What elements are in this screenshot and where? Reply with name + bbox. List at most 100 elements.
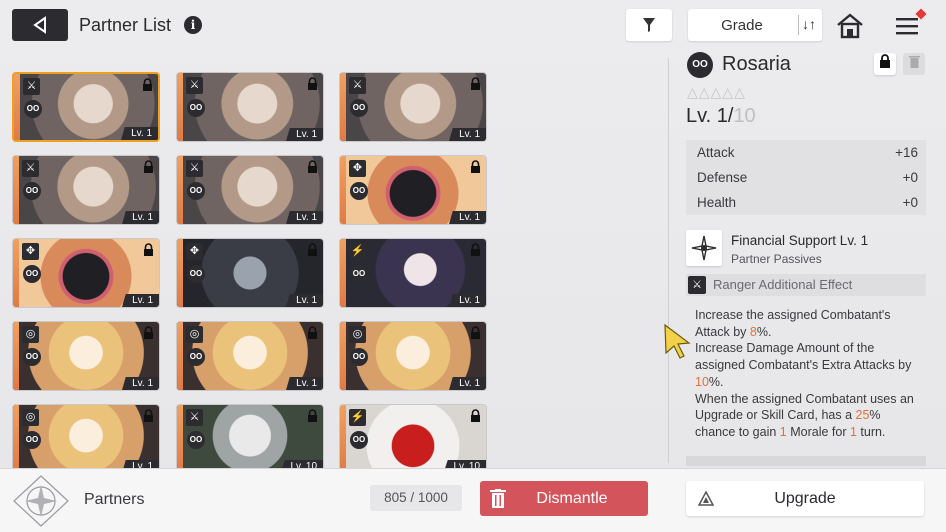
skill-icon-button[interactable]	[686, 230, 722, 266]
card-level: Lv. 1	[286, 294, 323, 307]
class-icon: ✥	[349, 160, 366, 177]
skill-name: Financial Support Lv. 1	[731, 233, 869, 248]
rarity-stripe	[340, 73, 346, 141]
partner-card[interactable]: ✥ OO Lv. 1	[176, 238, 324, 308]
partner-grid[interactable]: ⚔ OO Lv. 1 ⚔ OO Lv. 1 ⚔ OO Lv. 1 ⚔ OO Lv. 1 ⚔ OO Lv. 1…	[10, 54, 490, 468]
skill-type: Partner Passives	[731, 252, 822, 266]
lock-icon	[469, 243, 481, 257]
partners-emblem-icon	[10, 474, 72, 528]
class-icon: ◎	[186, 326, 203, 343]
partner-card[interactable]: ⚔ OO Lv. 1	[176, 72, 324, 142]
lock-icon	[469, 409, 481, 423]
upgrade-label: Upgrade	[774, 490, 836, 507]
desc-value: 10	[695, 374, 709, 389]
desc-text: turn.	[856, 424, 886, 439]
partner-badge: OO	[687, 52, 713, 78]
partner-card[interactable]: ◎ OO Lv. 1	[176, 321, 324, 391]
class-icon: ⚡	[349, 243, 366, 260]
partner-card[interactable]: ⚔ OO Lv. 1	[176, 155, 324, 225]
sort-order-icon[interactable]: ↓↑	[802, 16, 816, 32]
desc-text: %.	[756, 324, 772, 339]
dismantle-button[interactable]: Dismantle	[480, 481, 648, 516]
panel-divider	[668, 58, 669, 463]
partner-card[interactable]: ⚡ OO Lv. 1	[339, 238, 487, 308]
class-icon: ◎	[349, 326, 366, 343]
lock-icon	[469, 77, 481, 91]
rarity-stripe	[13, 239, 19, 307]
class-icon: ⚔	[186, 77, 203, 94]
lock-icon	[306, 77, 318, 91]
partner-card[interactable]: ⚔ OO Lv. 1	[339, 72, 487, 142]
card-level: Lv. 1	[122, 377, 159, 390]
effect-label: Ranger Additional Effect	[713, 277, 853, 292]
lock-icon	[306, 160, 318, 174]
lock-icon	[469, 326, 481, 340]
partner-badge: OO	[23, 265, 41, 283]
rarity-stripe	[14, 74, 20, 140]
sparkle-icon	[691, 235, 717, 261]
partner-badge: OO	[350, 182, 368, 200]
info-icon[interactable]: i	[184, 16, 202, 34]
stat-row-attack: Attack +16	[686, 140, 926, 165]
partner-badge: OO	[187, 265, 205, 283]
partner-badge: OO	[187, 182, 205, 200]
partner-card[interactable]: ⚔ OO Lv. 1	[12, 72, 160, 142]
lock-icon	[142, 160, 154, 174]
card-level: Lv. 1	[449, 294, 486, 307]
card-level: Lv. 1	[286, 211, 323, 224]
partner-card[interactable]: ✥ OO Lv. 1	[339, 155, 487, 225]
card-level: Lv. 1	[122, 460, 159, 468]
star-rating: △△△△△	[687, 84, 746, 100]
class-icon: ⚔	[349, 77, 366, 94]
class-icon: ◎	[22, 326, 39, 343]
desc-value: 1	[849, 424, 857, 439]
rarity-stripe	[177, 405, 183, 468]
partner-card[interactable]: ⚡ OO Lv. 10	[339, 404, 487, 468]
home-icon	[837, 13, 863, 39]
card-level: Lv. 10	[443, 460, 486, 468]
partner-card[interactable]: ◎ OO Lv. 1	[12, 321, 160, 391]
partner-badge: OO	[23, 431, 41, 449]
stat-label: Attack	[697, 145, 735, 160]
partner-card[interactable]: ⚔ OO Lv. 10	[176, 404, 324, 468]
card-level: Lv. 1	[286, 128, 323, 141]
rarity-stripe	[13, 405, 19, 468]
card-level: Lv. 1	[449, 128, 486, 141]
desc-value: 25	[855, 408, 870, 423]
class-icon: ✥	[186, 243, 203, 260]
rarity-stripe	[177, 156, 183, 224]
class-icon: ⚔	[23, 78, 40, 95]
partners-label: Partners	[84, 491, 145, 508]
desc-text: Increase the assigned Combatant's Attack…	[695, 308, 891, 339]
home-button[interactable]	[835, 11, 865, 41]
class-icon: ◎	[22, 409, 39, 426]
partner-card[interactable]: ✥ OO Lv. 1	[12, 238, 160, 308]
trash-button[interactable]	[903, 53, 925, 75]
lock-icon	[306, 326, 318, 340]
card-level: Lv. 1	[286, 377, 323, 390]
partner-card[interactable]: ◎ OO Lv. 1	[339, 321, 487, 391]
back-arrow-icon	[33, 16, 46, 34]
rarity-stripe	[13, 156, 19, 224]
partner-card[interactable]: ◎ OO Lv. 1	[12, 404, 160, 468]
lock-icon	[306, 243, 318, 257]
next-item-peek	[686, 456, 926, 466]
card-level: Lv. 1	[449, 377, 486, 390]
dismantle-label: Dismantle	[536, 490, 608, 507]
rarity-stripe	[177, 322, 183, 390]
desc-value: 8	[749, 324, 757, 339]
filter-button[interactable]	[626, 9, 672, 41]
upgrade-button[interactable]: Upgrade	[686, 481, 924, 516]
partner-badge: OO	[24, 100, 42, 118]
page-title: Partner List	[79, 15, 172, 35]
filter-icon	[643, 18, 655, 32]
partner-card[interactable]: ⚔ OO Lv. 1	[12, 155, 160, 225]
card-level: Lv. 1	[122, 294, 159, 307]
sort-dropdown[interactable]: Grade ↓↑	[688, 9, 822, 41]
lock-toggle-button[interactable]	[874, 53, 896, 75]
back-button[interactable]	[12, 9, 68, 41]
desc-text: When the assigned Combatant uses an Upgr…	[695, 391, 914, 423]
partner-badge: OO	[187, 99, 205, 117]
partner-badge: OO	[350, 265, 368, 283]
partner-count: 805 / 1000	[370, 485, 462, 511]
